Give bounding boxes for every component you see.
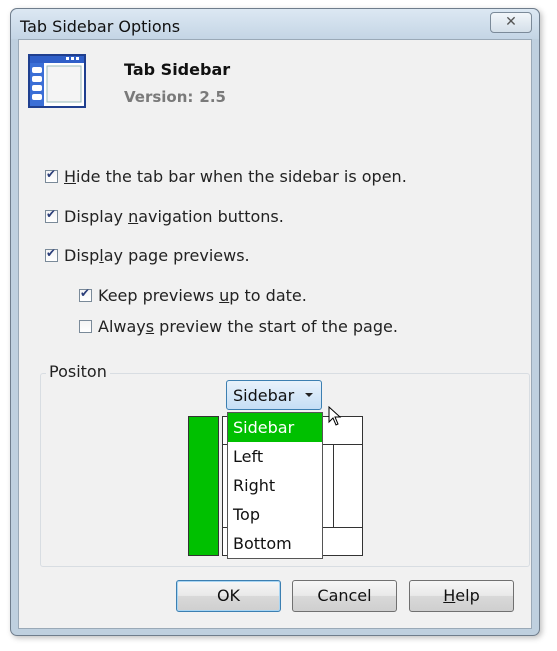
sidebar-window-icon [28, 54, 86, 108]
keep-previews-updated-option[interactable]: Keep previews up to date. [79, 285, 307, 305]
close-button[interactable]: ✕ [490, 12, 532, 33]
hide-tabbar-option[interactable]: Hide the tab bar when the sidebar is ope… [45, 166, 407, 186]
version-info: Version: 2.5 [124, 88, 232, 106]
cancel-button[interactable]: Cancel [292, 580, 397, 612]
dropdown-item-sidebar[interactable]: Sidebar [228, 413, 322, 442]
keep-previews-updated-label: Keep previews up to date. [98, 285, 307, 305]
page-previews-checkbox[interactable] [45, 246, 58, 262]
preview-page-start-option[interactable]: Always preview the start of the page. [79, 316, 398, 336]
options-dialog: Tab Sidebar Options ✕ Tab Sidebar Versio… [10, 8, 540, 636]
dropdown-item-bottom[interactable]: Bottom [228, 529, 322, 558]
page-previews-label: Display page previews. [64, 245, 250, 265]
hide-tabbar-label: Hide the tab bar when the sidebar is ope… [64, 166, 407, 186]
dropdown-item-top[interactable]: Top [228, 500, 322, 529]
position-select[interactable]: Sidebar [226, 380, 322, 410]
dialog-body: Tab Sidebar Version: 2.5 Hide the tab bar… [18, 39, 532, 629]
preview-page-start-checkbox[interactable] [79, 319, 92, 333]
close-icon: ✕ [505, 14, 517, 30]
sidebar-position-preview [188, 416, 219, 556]
help-button[interactable]: Help [409, 580, 514, 612]
mouse-pointer-icon [328, 406, 342, 426]
keep-previews-updated-checkbox[interactable] [79, 286, 92, 302]
position-dropdown-list: Sidebar Left Right Top Bottom [227, 412, 323, 559]
title-bar: Tab Sidebar Options ✕ [11, 9, 539, 39]
navigation-buttons-checkbox[interactable] [45, 207, 58, 223]
position-group-label: Positon [46, 362, 110, 381]
chevron-down-icon [305, 393, 313, 397]
position-select-value: Sidebar [233, 385, 295, 405]
navigation-buttons-option[interactable]: Display navigation buttons. [45, 206, 284, 226]
navigation-buttons-label: Display navigation buttons. [64, 206, 284, 226]
version-value: 2.5 [199, 88, 226, 106]
dropdown-item-right[interactable]: Right [228, 471, 322, 500]
window-title: Tab Sidebar Options [20, 17, 181, 36]
extension-name: Tab Sidebar [124, 60, 231, 79]
ok-button[interactable]: OK [176, 580, 281, 612]
page-previews-option[interactable]: Display page previews. [45, 245, 250, 265]
dropdown-item-left[interactable]: Left [228, 442, 322, 471]
version-label: Version: [124, 88, 194, 106]
preview-page-start-label: Always preview the start of the page. [98, 316, 398, 336]
hide-tabbar-checkbox[interactable] [45, 167, 58, 183]
